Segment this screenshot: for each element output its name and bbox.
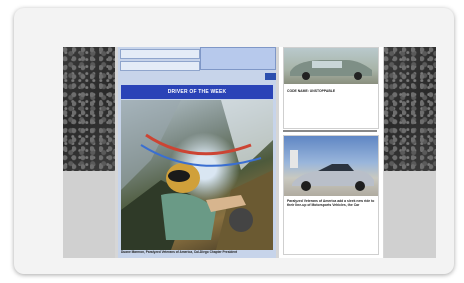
photo-caption: Duane Marmon, Paralyzed Veterans of Amer… — [121, 250, 238, 254]
classic-car-icon — [290, 60, 372, 80]
news-card-1[interactable]: CODE NAME: UNSTOPPABLE — [283, 47, 379, 129]
submit-button[interactable] — [265, 73, 276, 80]
card-2-title[interactable]: Paralyzed Veterans of America add a slee… — [287, 199, 375, 207]
background-band-left — [63, 171, 115, 258]
side-panel-box — [200, 47, 276, 70]
card-divider — [283, 130, 377, 132]
form-input-1[interactable] — [120, 49, 200, 59]
driver-photo[interactable] — [121, 100, 273, 250]
web-page-view: DRIVER OF THE WEEK Duane Marmon, Paralyz… — [63, 47, 436, 258]
news-column: CODE NAME: UNSTOPPABLE Paralyzed Veteran… — [279, 47, 383, 258]
asphalt-background-right — [384, 47, 436, 171]
sports-car-icon — [290, 150, 374, 191]
window-frame: DRIVER OF THE WEEK Duane Marmon, Paralyz… — [14, 8, 454, 274]
section-heading: DRIVER OF THE WEEK — [121, 85, 273, 99]
card-1-title[interactable]: CODE NAME: UNSTOPPABLE — [287, 89, 375, 93]
news-card-2[interactable]: Paralyzed Veterans of America add a slee… — [283, 135, 379, 255]
asphalt-background-left — [63, 47, 115, 171]
background-band-right — [384, 171, 436, 258]
card-1-image — [284, 48, 378, 84]
card-2-image — [284, 136, 378, 196]
driver-photo-image — [121, 100, 273, 250]
form-input-2[interactable] — [120, 61, 200, 71]
